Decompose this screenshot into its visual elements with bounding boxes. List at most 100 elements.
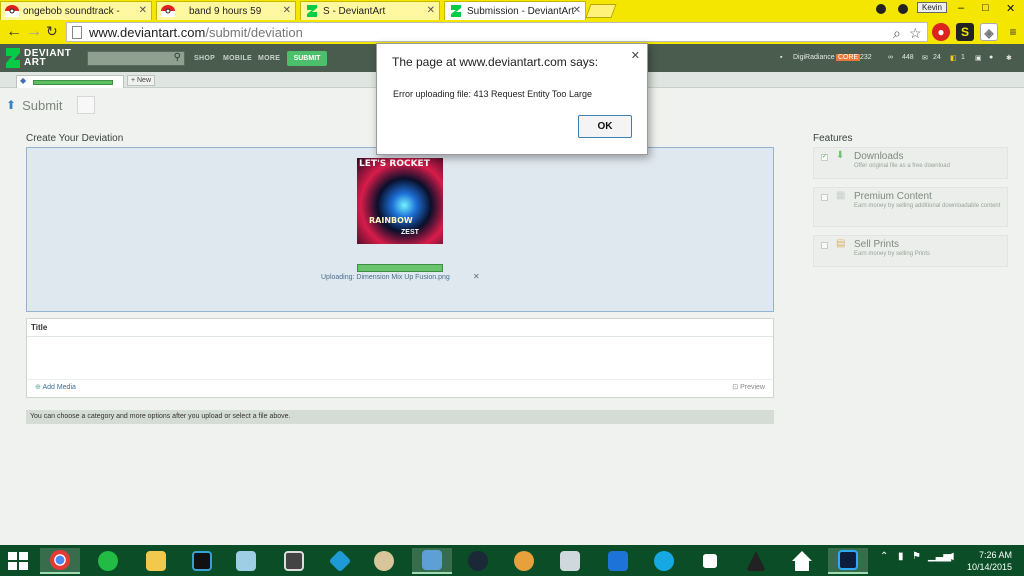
- tab-label: S - DeviantArt: [323, 5, 386, 17]
- tray-expand-icon[interactable]: ⌃: [880, 551, 888, 562]
- feature-downloads[interactable]: ✓ ⬇ Downloads Offer original file as a f…: [813, 147, 1008, 179]
- browser-tabstrip: ongebob soundtrack - ✕ band 9 hours 59 ✕…: [0, 0, 1024, 20]
- nav-mobile[interactable]: MOBILE: [223, 55, 252, 62]
- document-tab-icon[interactable]: [76, 96, 95, 114]
- dialog-message: Error uploading file: 413 Request Entity…: [393, 89, 592, 99]
- friends-icon[interactable]: ●: [989, 54, 993, 61]
- da-submit-button[interactable]: SUBMIT: [287, 51, 327, 66]
- feature-name: Premium Content: [854, 191, 932, 202]
- nav-more[interactable]: MORE: [258, 55, 280, 62]
- diamond-app-icon[interactable]: [320, 548, 360, 574]
- plus-icon: ⊕: [35, 384, 41, 391]
- username[interactable]: DigiRadiance: [793, 54, 835, 61]
- stat-points[interactable]: 232: [860, 54, 872, 61]
- upload-area[interactable]: LET'S ROCKET RAINBOW ZEST Uploading: Dim…: [26, 147, 774, 312]
- add-media-button[interactable]: ⊕ Add Media: [35, 383, 76, 391]
- stat-watch[interactable]: 448: [902, 54, 914, 61]
- hint-bar: You can choose a category and more optio…: [26, 410, 774, 424]
- deviantart-favicon-icon: [451, 5, 461, 17]
- bookmark-star-icon[interactable]: ☆: [909, 25, 922, 42]
- zoom-icon[interactable]: ⌕: [893, 25, 901, 42]
- thumbnail-text-1: LET'S ROCKET: [359, 159, 430, 169]
- upload-progress-bar: [357, 264, 443, 272]
- close-window-icon[interactable]: ✕: [1006, 2, 1015, 15]
- tab-close-icon[interactable]: ✕: [283, 5, 291, 16]
- nav-shop[interactable]: SHOP: [194, 55, 215, 62]
- deviations-icon[interactable]: ▣: [975, 54, 982, 62]
- paint-icon[interactable]: [504, 548, 544, 574]
- media-app-icon[interactable]: [274, 548, 314, 574]
- steam-icon[interactable]: [458, 548, 498, 574]
- forward-arrow-icon[interactable]: →: [26, 23, 42, 41]
- windows-taskbar: ⌃ ▮ ⚑ ▁▃▅ ◀ 7:26 AM 10/14/2015: [0, 545, 1024, 576]
- scanner-icon[interactable]: [550, 548, 590, 574]
- skype-icon[interactable]: [644, 548, 684, 574]
- taskbar-clock[interactable]: 7:26 AM 10/14/2015: [960, 549, 1012, 573]
- premium-icon: ▦: [836, 190, 846, 201]
- tab-close-icon[interactable]: ✕: [427, 5, 435, 16]
- control-panel-icon[interactable]: [412, 548, 452, 574]
- address-bar[interactable]: www.deviantart.com/submit/deviation ⌕ ☆: [66, 22, 928, 42]
- search-icon[interactable]: ⚲: [174, 52, 181, 63]
- extension-s-icon[interactable]: S: [956, 23, 974, 41]
- glass-app-icon[interactable]: [226, 548, 266, 574]
- thumbnail-text-2: RAINBOW: [369, 216, 413, 225]
- reload-icon[interactable]: ↻: [46, 23, 58, 40]
- feature-sell-prints[interactable]: ▤ Sell Prints Earn money by selling Prin…: [813, 235, 1008, 267]
- browser-tab-2[interactable]: band 9 hours 59 ✕: [156, 1, 296, 20]
- comment-icon[interactable]: ✉: [922, 54, 928, 62]
- prints-checkbox[interactable]: [821, 242, 828, 249]
- stat-comments[interactable]: 24: [933, 54, 941, 61]
- volume-icon[interactable]: ◀: [946, 551, 954, 562]
- new-tab-button[interactable]: [585, 4, 617, 18]
- deviantart-logo[interactable]: DEVIANT ART: [6, 48, 76, 68]
- watch-icon[interactable]: ∞: [888, 54, 893, 61]
- extension-adblock-icon[interactable]: ●: [932, 23, 950, 41]
- da-search-input[interactable]: ⚲: [87, 51, 185, 66]
- inkscape-icon[interactable]: [736, 548, 776, 574]
- tray-app-icon[interactable]: ▮: [898, 551, 904, 562]
- photoshop-icon[interactable]: [828, 548, 868, 574]
- windows-start-icon[interactable]: [8, 552, 28, 570]
- notes-icon[interactable]: ◧: [950, 54, 957, 62]
- divider: [27, 379, 773, 380]
- preview-label: Preview: [740, 384, 765, 391]
- tab-close-icon[interactable]: ✕: [573, 5, 581, 16]
- browser-tab-1[interactable]: ongebob soundtrack - ✕: [0, 1, 152, 20]
- browser-tab-3[interactable]: S - DeviantArt ✕: [300, 1, 440, 20]
- cancel-upload-icon[interactable]: ✕: [473, 272, 480, 281]
- notepad-icon[interactable]: [690, 548, 730, 574]
- browser-tab-4-active[interactable]: Submission - DeviantArt ✕: [444, 1, 586, 20]
- home-icon[interactable]: [782, 548, 822, 574]
- tab-close-icon[interactable]: ✕: [139, 5, 147, 16]
- tv-app-icon[interactable]: [182, 548, 222, 574]
- film-reel-icon[interactable]: [364, 548, 404, 574]
- tab-label: band 9 hours 59: [189, 5, 262, 17]
- avatar[interactable]: ▪: [780, 54, 782, 61]
- menu-icon[interactable]: ≡: [1004, 23, 1022, 41]
- maximize-icon[interactable]: □: [982, 2, 989, 14]
- green-app-icon[interactable]: [88, 548, 128, 574]
- chrome-icon[interactable]: [40, 548, 80, 574]
- preview-button[interactable]: ⊡ Preview: [732, 383, 765, 391]
- action-center-icon[interactable]: ⚑: [912, 551, 921, 562]
- extension-shield-icon[interactable]: ◈: [980, 23, 998, 41]
- title-label: Title: [31, 323, 48, 332]
- back-arrow-icon[interactable]: ←: [6, 23, 22, 41]
- dialog-close-icon[interactable]: ✕: [631, 49, 640, 62]
- mail-icon[interactable]: [598, 548, 638, 574]
- new-submission-button[interactable]: + New: [127, 75, 155, 86]
- upload-tab[interactable]: ◆: [16, 75, 124, 88]
- stat-notes[interactable]: 1: [961, 54, 965, 61]
- file-explorer-icon[interactable]: [136, 548, 176, 574]
- ok-button[interactable]: OK: [578, 115, 632, 138]
- tab-label: Submission - DeviantArt: [467, 5, 575, 17]
- minimize-icon[interactable]: –: [958, 2, 964, 14]
- downloads-checkbox[interactable]: ✓: [821, 154, 828, 161]
- submit-header: ⬆ Submit: [6, 96, 95, 114]
- premium-checkbox[interactable]: [821, 194, 828, 201]
- profile-button[interactable]: Kevin: [917, 2, 947, 13]
- browser-toolbar: ← → ↻ www.deviantart.com/submit/deviatio…: [0, 20, 1024, 44]
- feature-premium-content[interactable]: ▦ Premium Content Earn money by selling …: [813, 187, 1008, 227]
- settings-gear-icon[interactable]: ✱: [1006, 54, 1012, 62]
